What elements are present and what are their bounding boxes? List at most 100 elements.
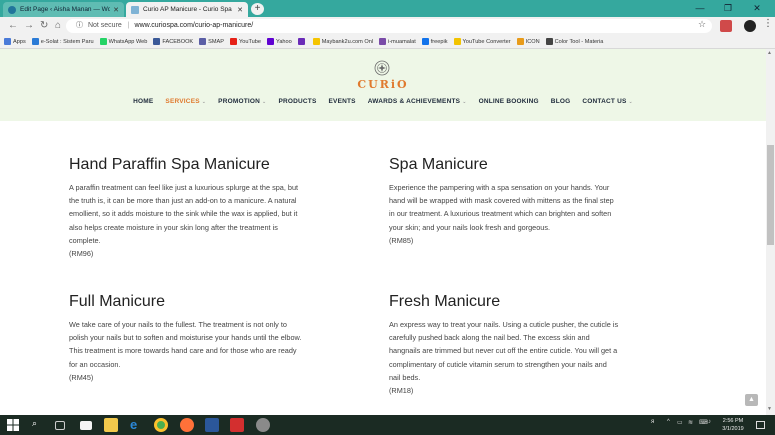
browser-toolbar: ← → ↻ ⌂ ⓘ Not secure | www.curiospa.com/… bbox=[0, 17, 775, 35]
close-icon[interactable]: ✕ bbox=[113, 6, 119, 14]
people-icon[interactable]: ᴙ bbox=[651, 419, 654, 425]
nav-item-online-booking[interactable]: ONLINE BOOKING bbox=[479, 98, 539, 110]
tab-curio-manicure[interactable]: Curio AP Manicure - Curio Spa ✕ bbox=[126, 2, 248, 17]
mail-icon[interactable] bbox=[80, 421, 92, 430]
chevron-down-icon: ⌄ bbox=[628, 99, 633, 105]
firefox-icon[interactable] bbox=[180, 418, 194, 432]
chrome-icon[interactable] bbox=[154, 418, 168, 432]
app-icon[interactable] bbox=[256, 418, 270, 432]
main-navigation: HOME SERVICES ⌄ PROMOTION ⌄ PRODUCTS EVENTS AWA… bbox=[0, 98, 766, 110]
reload-icon[interactable]: ↻ bbox=[40, 20, 48, 31]
tab-title: Curio AP Manicure - Curio Spa bbox=[143, 6, 232, 13]
volume-icon[interactable]: ♪ bbox=[708, 419, 711, 425]
bookmark-icon bbox=[379, 38, 387, 45]
search-icon[interactable]: ⌕ bbox=[32, 418, 46, 432]
bookmark-item[interactable]: Apps bbox=[4, 38, 26, 45]
home-icon[interactable]: ⌂ bbox=[55, 20, 61, 31]
keyboard-icon[interactable]: ⌨ bbox=[699, 419, 708, 426]
acrobat-icon[interactable] bbox=[230, 418, 244, 432]
windows-start-icon[interactable] bbox=[6, 418, 20, 432]
address-bar[interactable]: ⓘ Not secure | www.curiospa.com/curio-ap… bbox=[66, 19, 712, 33]
bookmark-icon bbox=[312, 38, 320, 45]
nav-item-products[interactable]: PRODUCTS bbox=[278, 98, 316, 110]
scroll-down-icon[interactable]: ▼ bbox=[767, 406, 772, 412]
nav-item-events[interactable]: EVENTS bbox=[329, 98, 356, 110]
bookmark-item[interactable]: e-Solat : Sistem Paru bbox=[31, 38, 94, 45]
wordpress-icon bbox=[8, 5, 16, 14]
service-description: An express way to treat your nails. Usin… bbox=[389, 320, 619, 382]
battery-icon[interactable]: ▭ bbox=[677, 419, 683, 426]
bookmark-item[interactable]: ICON bbox=[516, 38, 540, 45]
bookmark-label: i-muamalat bbox=[388, 38, 416, 45]
tab-edit-page[interactable]: Edit Page ‹ Aisha Manan — Wo ✕ bbox=[3, 2, 124, 17]
maximize-icon[interactable]: ❐ bbox=[714, 0, 742, 17]
service-title: Hand Paraffin Spa Manicure bbox=[69, 156, 270, 173]
nav-label: ONLINE BOOKING bbox=[478, 98, 539, 105]
bookmark-icon bbox=[267, 38, 274, 45]
minimize-icon[interactable]: — bbox=[686, 0, 714, 17]
bookmark-star-icon[interactable]: ☆ bbox=[698, 19, 706, 30]
bookmark-item[interactable]: WhatsApp Web bbox=[99, 38, 147, 45]
nav-label: EVENTS bbox=[328, 98, 356, 105]
bookmark-label: YouTube Converter bbox=[462, 38, 511, 45]
scrollbar-thumb[interactable] bbox=[767, 145, 774, 245]
back-to-top-button[interactable]: ▲ bbox=[745, 394, 758, 406]
word-icon[interactable] bbox=[205, 418, 219, 432]
clock-date: 3/1/2019 bbox=[722, 426, 744, 432]
site-logo[interactable]: CURiO bbox=[350, 78, 416, 91]
bookmark-label: YouTube bbox=[239, 38, 261, 45]
back-icon[interactable]: ← bbox=[8, 20, 18, 31]
service-description: We take care of your nails to the fulles… bbox=[69, 320, 302, 369]
service-price: (RM85) bbox=[389, 235, 414, 245]
bookmark-item[interactable]: YouTube bbox=[230, 38, 261, 45]
bookmark-item[interactable]: Yahoo bbox=[267, 38, 292, 45]
new-tab-button[interactable]: + bbox=[251, 3, 264, 15]
bookmark-label: Color Tool - Materia bbox=[554, 38, 604, 45]
nav-item-blog[interactable]: BLOG bbox=[551, 98, 571, 110]
service-title: Full Manicure bbox=[69, 293, 166, 310]
bookmark-label: freepik bbox=[430, 38, 448, 45]
bookmark-icon bbox=[516, 38, 524, 45]
bookmark-icon bbox=[453, 38, 461, 45]
menu-icon[interactable]: ⋮ bbox=[763, 18, 773, 29]
clock-time: 2:56 PM bbox=[722, 418, 744, 424]
bookmark-item[interactable]: YouTube Converter bbox=[453, 38, 511, 45]
system-clock[interactable]: 2:56 PM 3/1/2019 bbox=[718, 417, 748, 433]
service-price: (RM45) bbox=[69, 372, 94, 382]
nav-item-services[interactable]: SERVICES ⌄ bbox=[165, 98, 206, 110]
nav-item-promotion[interactable]: PROMOTION ⌄ bbox=[218, 98, 266, 110]
forward-icon[interactable]: → bbox=[24, 20, 34, 31]
bookmark-item[interactable]: Color Tool - Materia bbox=[545, 38, 604, 45]
scroll-up-icon[interactable]: ▲ bbox=[767, 50, 772, 56]
service-description: A paraffin treatment can feel like just … bbox=[69, 183, 299, 245]
wifi-icon[interactable]: ≋ bbox=[688, 419, 693, 426]
info-icon[interactable]: ⓘ bbox=[76, 22, 83, 29]
notification-icon[interactable] bbox=[756, 421, 765, 429]
bookmark-item[interactable]: FACEBOOK bbox=[153, 38, 193, 45]
extension-icon[interactable] bbox=[720, 20, 732, 32]
window-close-icon[interactable]: ✕ bbox=[743, 0, 771, 17]
file-explorer-icon[interactable] bbox=[104, 418, 118, 432]
bookmark-item[interactable]: SMAP bbox=[199, 38, 224, 45]
profile-avatar[interactable] bbox=[744, 20, 756, 32]
close-icon[interactable]: ✕ bbox=[237, 6, 243, 14]
logo-emblem-icon[interactable] bbox=[374, 60, 390, 76]
nav-item-contact-us[interactable]: CONTACT US ⌄ bbox=[582, 98, 633, 110]
nav-item-home[interactable]: HOME bbox=[133, 98, 153, 110]
bookmark-item[interactable] bbox=[297, 38, 307, 45]
bookmark-item[interactable]: freepik bbox=[421, 38, 448, 45]
url-text: www.curiospa.com/curio-ap-manicure/ bbox=[134, 22, 254, 29]
tab-title: Edit Page ‹ Aisha Manan — Wo bbox=[20, 6, 111, 13]
service-card: Fresh Manicure An express way to treat y… bbox=[389, 292, 619, 397]
edge-icon[interactable]: e bbox=[130, 418, 144, 432]
bookmark-label: Maybank2u.com Onl bbox=[321, 38, 374, 45]
bookmark-item[interactable]: i-muamalat bbox=[379, 38, 416, 45]
bookmark-item[interactable]: Maybank2u.com Onl bbox=[312, 38, 374, 45]
service-title: Fresh Manicure bbox=[389, 293, 501, 310]
task-view-icon[interactable] bbox=[55, 421, 65, 430]
nav-item-awards-achievements[interactable]: AWARDS & ACHIEVEMENTS ⌄ bbox=[368, 98, 467, 110]
bookmark-icon bbox=[230, 38, 238, 45]
bookmarks-bar: Apps e-Solat : Sistem Paru WhatsApp Web FAC… bbox=[0, 35, 775, 49]
tray-chevron-icon[interactable]: ^ bbox=[667, 419, 670, 425]
bookmark-icon bbox=[297, 38, 305, 45]
